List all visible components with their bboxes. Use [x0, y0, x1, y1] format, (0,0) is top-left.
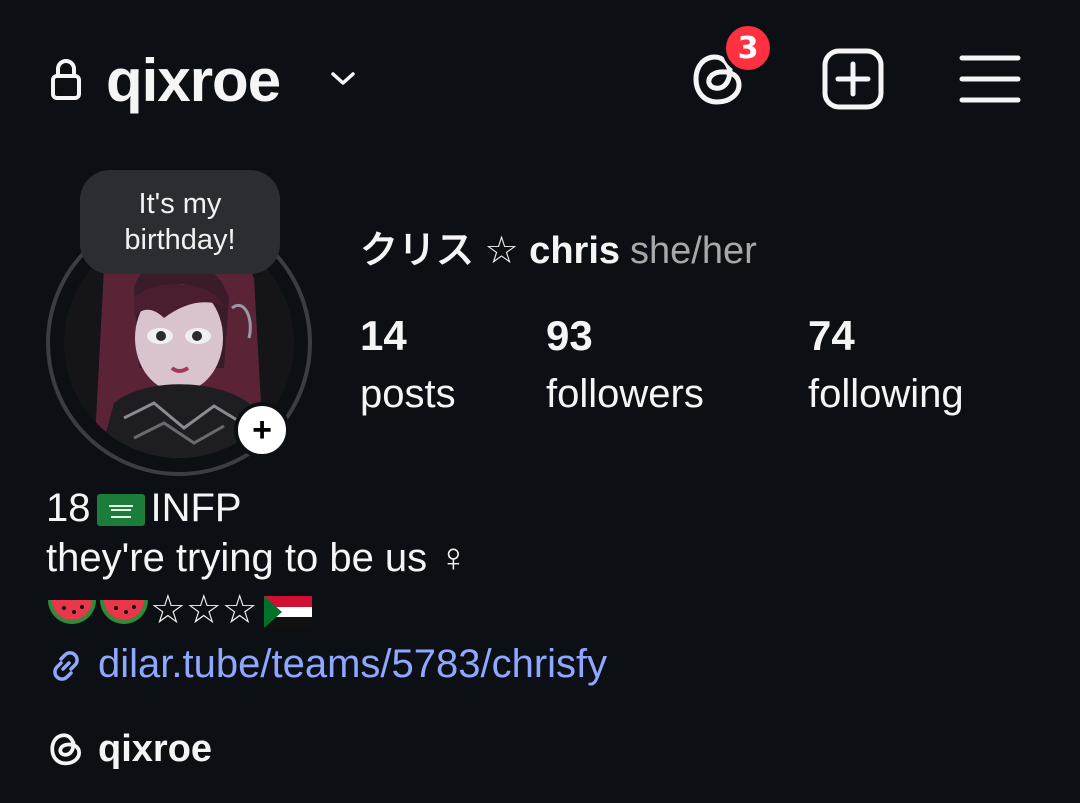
threads-handle-badge[interactable]: qixroe [46, 724, 212, 774]
notification-badge: 3 [722, 22, 774, 74]
posts-count: 14 [360, 312, 407, 359]
followers-label: followers [546, 372, 704, 416]
add-story-button[interactable]: + [234, 402, 290, 458]
lock-icon [51, 59, 81, 100]
bio-age: 18 [46, 486, 91, 530]
account-username[interactable]: qixroe [106, 46, 281, 116]
following-count: 74 [808, 312, 855, 359]
add-square-icon[interactable] [820, 46, 886, 112]
following-label: following [808, 372, 964, 416]
stat-following[interactable]: 74 following [808, 310, 964, 422]
bio-line-3: ☆☆☆ [46, 586, 318, 634]
pronouns: she/her [630, 230, 757, 272]
chevron-down-icon[interactable] [328, 66, 358, 90]
sudan-flag-icon [263, 596, 312, 629]
bio-mbti: INFP [150, 486, 242, 530]
threads-username: qixroe [98, 727, 213, 770]
watermelon-icon [48, 600, 96, 625]
name-line: クリス ☆ chris she/her [360, 228, 757, 274]
bio-line-2: they're trying to be us ♀ [46, 536, 469, 580]
bio-stars: ☆☆☆ [150, 588, 258, 632]
link-icon [53, 651, 79, 682]
posts-label: posts [360, 372, 456, 416]
threads-icon [50, 733, 82, 766]
bio-link[interactable]: dilar.tube/teams/5783/chrisfy [46, 640, 607, 688]
stat-posts[interactable]: 14 posts [360, 310, 456, 422]
display-name: クリス ☆ chris [360, 230, 621, 272]
stat-followers[interactable]: 93 followers [546, 310, 704, 422]
menu-icon[interactable] [958, 52, 1022, 106]
note-bubble[interactable]: It's my birthday! [80, 170, 280, 274]
bio-line-1: 18 INFP [46, 484, 242, 532]
watermelon-icon [100, 600, 148, 625]
followers-count: 93 [546, 312, 593, 359]
saudi-flag-icon [96, 494, 145, 527]
bio-link-text: dilar.tube/teams/5783/chrisfy [98, 642, 608, 686]
